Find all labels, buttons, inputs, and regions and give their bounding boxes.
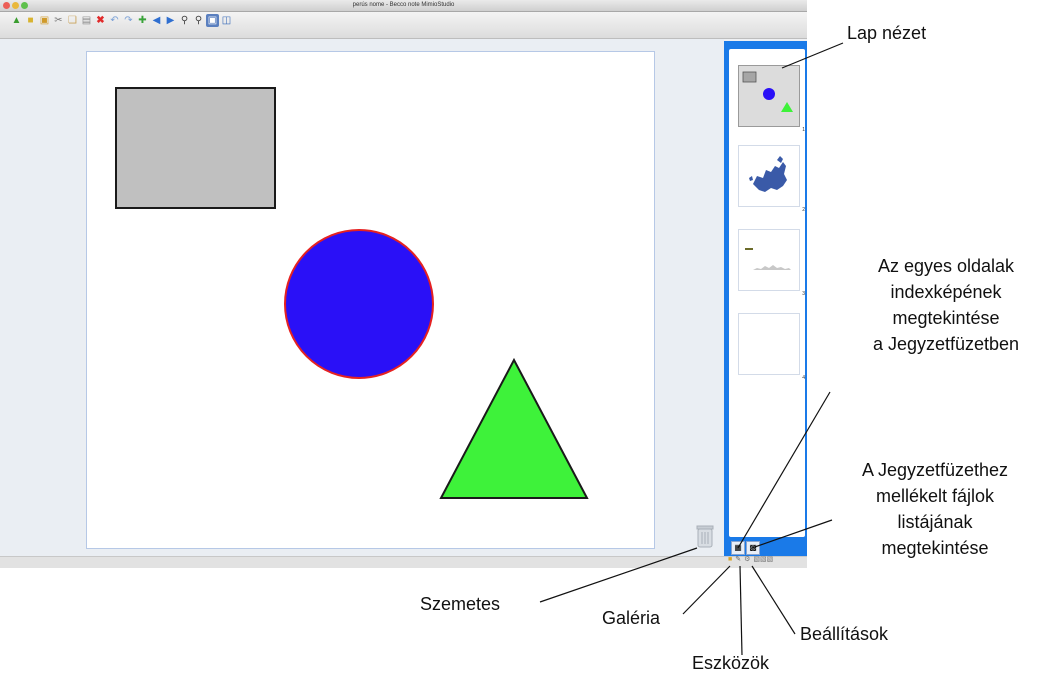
- callout-tools-label: Eszközök: [692, 653, 770, 673]
- gallery-icon[interactable]: ■: [728, 556, 732, 563]
- callout-settings: Beállítások: [800, 621, 888, 647]
- callout-index-line: Az egyes oldalak: [877, 256, 1015, 276]
- callout-attached-line: listájának: [897, 512, 973, 532]
- callout-index-view: Az egyes oldalak indexképének megtekinté…: [835, 253, 1057, 357]
- notebook-page[interactable]: [86, 51, 655, 549]
- page-thumbnail[interactable]: 4: [738, 313, 805, 381]
- callout-attached-files: A Jegyzetfüzethez mellékelt fájlok listá…: [830, 457, 1040, 561]
- callout-index-line: a Jegyzetfüzetben: [872, 334, 1020, 354]
- undo-icon[interactable]: ↶: [108, 14, 121, 27]
- blue-circle-shape[interactable]: [284, 229, 434, 379]
- paste-icon[interactable]: ▤: [80, 14, 93, 27]
- copy-icon[interactable]: ❏: [66, 14, 79, 27]
- gallery-pointer: [682, 565, 731, 615]
- page-thumbnail[interactable]: 2: [738, 145, 805, 213]
- callout-attached-line: mellékelt fájlok: [875, 486, 995, 506]
- page-thumbnail[interactable]: 1: [738, 65, 805, 133]
- callout-tools: Eszközök: [692, 650, 769, 676]
- print-icon[interactable]: ▣: [38, 14, 51, 27]
- toolbar: ▲ ■ ▣ ✂ ❏ ▤ ✖ ↶ ↷ ✚ ◀ ▶ ⚲ ⚲ ▣ ◫: [0, 12, 807, 39]
- window-title: perús nome - Becco note MimioStudio: [352, 2, 455, 8]
- thumbnail-view-button[interactable]: ▦: [731, 541, 745, 555]
- callout-trash: Szemetes: [420, 591, 500, 617]
- prev-page-icon[interactable]: ◀: [150, 14, 163, 27]
- save-icon[interactable]: ■: [24, 14, 37, 27]
- page-sorter-panel: 1 2 3 4 ▦ ▩: [724, 41, 807, 567]
- settings-icon[interactable]: ⚙: [744, 555, 750, 563]
- callout-index-line: indexképének: [890, 282, 1002, 302]
- attachments-button[interactable]: ▩: [746, 541, 760, 555]
- callout-gallery: Galéria: [602, 605, 660, 631]
- status-icons: ■ ✎ ⚙ ▧▧▧: [728, 555, 774, 564]
- thumbnail-number: 3: [802, 291, 805, 297]
- add-page-icon[interactable]: ✚: [136, 14, 149, 27]
- thumbnail-number: 1: [802, 127, 805, 133]
- delete-icon[interactable]: ✖: [94, 14, 107, 27]
- callout-gallery-label: Galéria: [602, 608, 661, 628]
- redo-icon[interactable]: ↷: [122, 14, 135, 27]
- zoom-scale-icon: ▧▧▧: [753, 556, 774, 563]
- thumbnail-number: 2: [802, 207, 805, 213]
- page-thumbnail[interactable]: 3: [738, 229, 805, 297]
- title-bar: perús nome - Becco note MimioStudio: [0, 0, 807, 12]
- status-bar: [0, 556, 807, 568]
- page-shapes: [115, 87, 589, 499]
- tools-pointer: [739, 565, 743, 656]
- next-page-icon[interactable]: ▶: [164, 14, 177, 27]
- thumbnail-list: 1 2 3 4: [729, 49, 805, 537]
- zoom-in-icon[interactable]: ⚲: [178, 14, 191, 27]
- gray-rectangle-shape[interactable]: [115, 87, 276, 209]
- cut-icon[interactable]: ✂: [52, 14, 65, 27]
- trash-icon[interactable]: [695, 524, 715, 548]
- callout-attached-line: A Jegyzetfüzethez: [861, 460, 1009, 480]
- mimio-window: perús nome - Becco note MimioStudio ▲ ■ …: [0, 0, 807, 568]
- callout-page-view-label: Lap nézet: [847, 23, 927, 43]
- callout-attached-line: megtekintése: [881, 538, 989, 558]
- fit-icon[interactable]: ▣: [206, 14, 219, 27]
- callout-index-line: megtekintése: [892, 308, 1000, 328]
- callout-page-view: Lap nézet: [847, 20, 926, 46]
- green-triangle-shape[interactable]: [439, 357, 589, 499]
- view-icon[interactable]: ◫: [220, 14, 233, 27]
- tools-icon[interactable]: ✎: [735, 555, 741, 563]
- open-icon[interactable]: ▲: [10, 14, 23, 27]
- callout-settings-label: Beállítások: [800, 624, 889, 644]
- zoom-out-icon[interactable]: ⚲: [192, 14, 205, 27]
- thumbnail-number: 4: [802, 375, 805, 381]
- settings-pointer: [751, 565, 796, 635]
- callout-trash-label: Szemetes: [420, 594, 501, 614]
